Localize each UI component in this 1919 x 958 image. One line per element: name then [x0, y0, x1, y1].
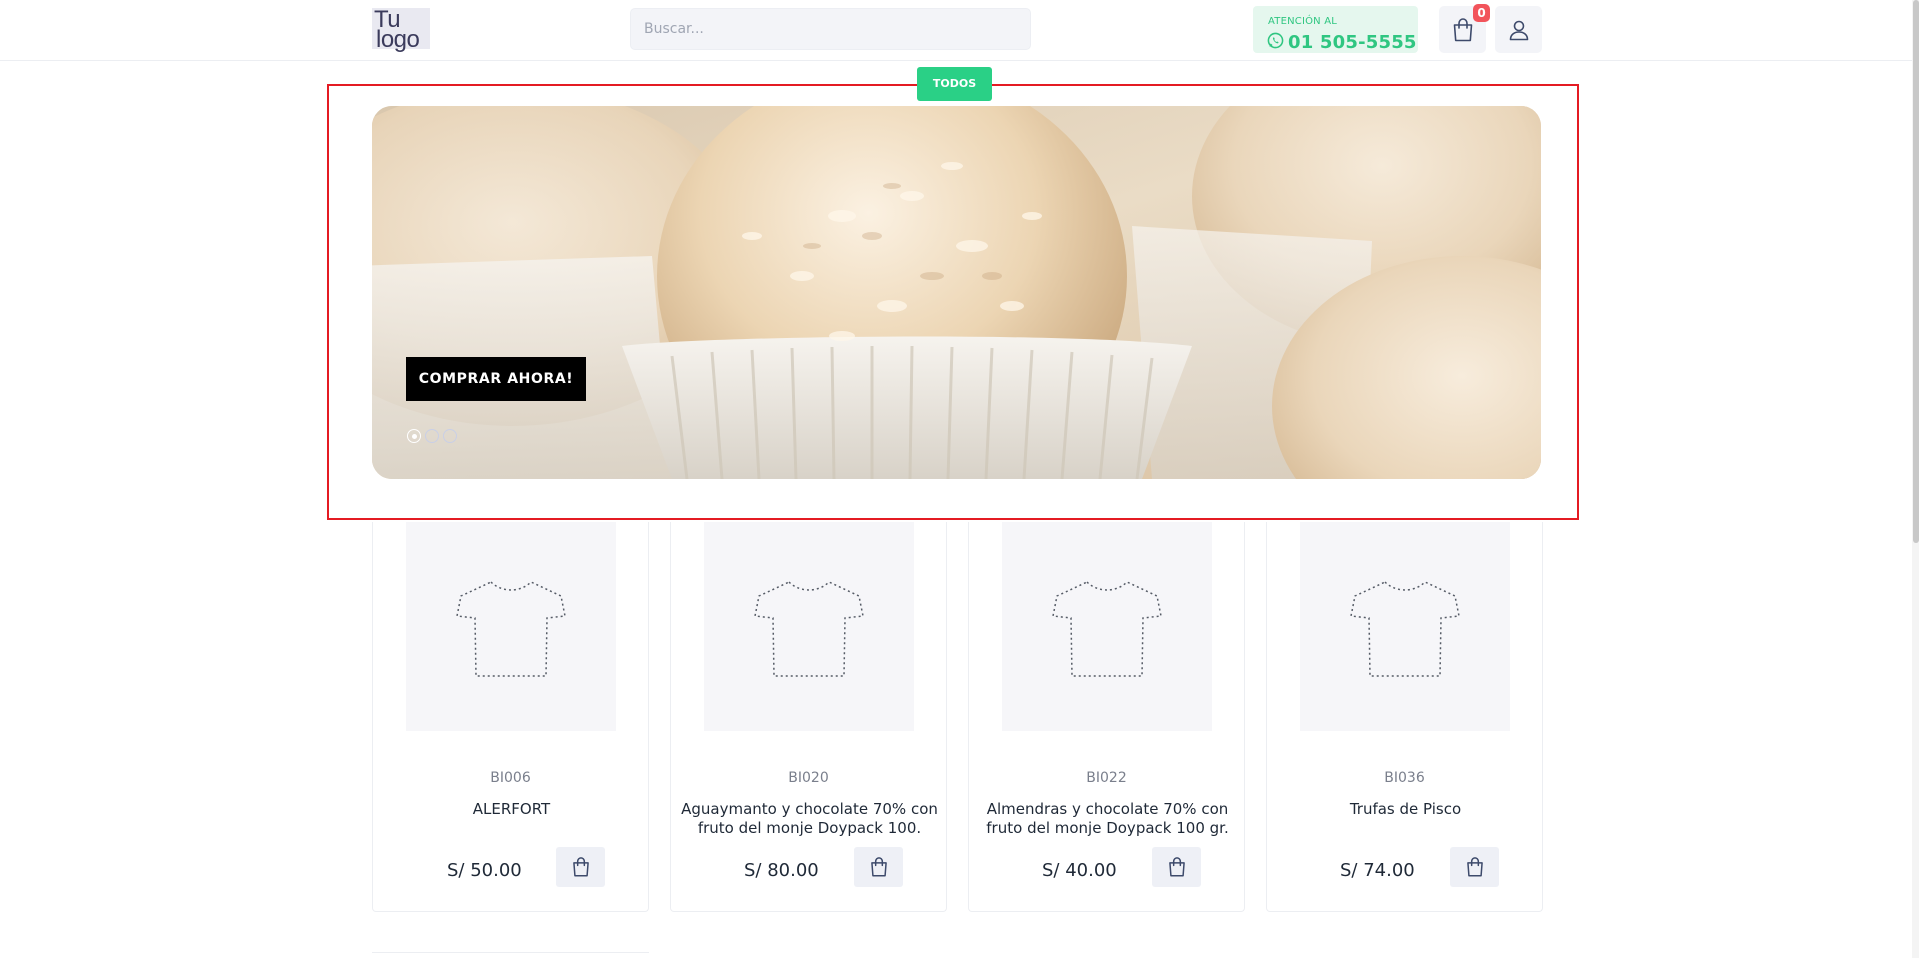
product-image[interactable]: [1002, 522, 1212, 731]
product-card[interactable]: BI036 Trufas de Pisco S/ 74.00: [1266, 522, 1543, 912]
add-to-cart-button[interactable]: [1152, 847, 1201, 887]
add-to-cart-button[interactable]: [1450, 847, 1499, 887]
contact-phone: 01 505-5555: [1288, 32, 1417, 53]
shopping-bag-icon: [870, 857, 887, 877]
hero-image: [372, 106, 1541, 479]
shopping-bag-icon: [1466, 857, 1483, 877]
tshirt-placeholder-icon: [1052, 580, 1162, 677]
product-card[interactable]: BI006 ALERFORT S/ 50.00: [372, 522, 649, 912]
product-card[interactable]: BI022 Almendras y chocolate 70% con frut…: [968, 522, 1245, 912]
shopping-bag-icon: [1453, 17, 1472, 41]
add-to-cart-button[interactable]: [854, 847, 903, 887]
add-to-cart-button[interactable]: [556, 847, 605, 887]
product-name[interactable]: Trufas de Pisco: [1277, 800, 1534, 819]
attention-label: ATENCIÓN AL: [1268, 16, 1338, 27]
carousel-dot-1[interactable]: [407, 429, 421, 443]
product-image[interactable]: [1300, 522, 1510, 731]
carousel-dot-2[interactable]: [425, 429, 439, 443]
product-code: BI006: [490, 770, 531, 786]
page-scrollbar-thumb[interactable]: [1913, 0, 1919, 543]
tshirt-placeholder-icon: [456, 580, 566, 677]
product-code: BI022: [1086, 770, 1127, 786]
product-price: S/ 74.00: [1340, 860, 1415, 881]
whatsapp-icon: [1267, 32, 1284, 49]
product-name[interactable]: ALERFORT: [383, 800, 640, 819]
category-tab-all[interactable]: TODOS: [917, 67, 992, 101]
product-image[interactable]: [704, 522, 914, 731]
product-price: S/ 80.00: [744, 860, 819, 881]
tshirt-placeholder-icon: [1350, 580, 1460, 677]
user-icon: [1509, 20, 1528, 40]
product-price: S/ 40.00: [1042, 860, 1117, 881]
cart-count-badge: 0: [1473, 4, 1490, 22]
hero-carousel[interactable]: [372, 106, 1541, 479]
product-code: BI036: [1384, 770, 1425, 786]
product-price: S/ 50.00: [447, 860, 522, 881]
shop-now-button[interactable]: COMPRAR AHORA!: [406, 357, 586, 401]
search-input[interactable]: [630, 8, 1031, 50]
next-row-card-edge: [372, 952, 649, 958]
shopping-bag-icon: [572, 857, 589, 877]
product-name[interactable]: Almendras y chocolate 70% con fruto del …: [979, 800, 1236, 838]
product-code: BI020: [788, 770, 829, 786]
tshirt-placeholder-icon: [754, 580, 864, 677]
product-name[interactable]: Aguaymanto y chocolate 70% con fruto del…: [681, 800, 938, 838]
carousel-indicators: [407, 429, 457, 443]
site-logo[interactable]: Tu logo: [372, 8, 430, 53]
site-header: Tu logo ATENCIÓN AL 01 505-5555 0: [0, 0, 1919, 61]
shopping-bag-icon: [1168, 857, 1185, 877]
account-button[interactable]: [1495, 6, 1542, 53]
contact-whatsapp[interactable]: ATENCIÓN AL 01 505-5555: [1253, 6, 1418, 53]
product-card[interactable]: BI020 Aguaymanto y chocolate 70% con fru…: [670, 522, 947, 912]
product-image[interactable]: [406, 522, 616, 731]
carousel-dot-3[interactable]: [443, 429, 457, 443]
logo-line-2: logo: [376, 26, 420, 53]
